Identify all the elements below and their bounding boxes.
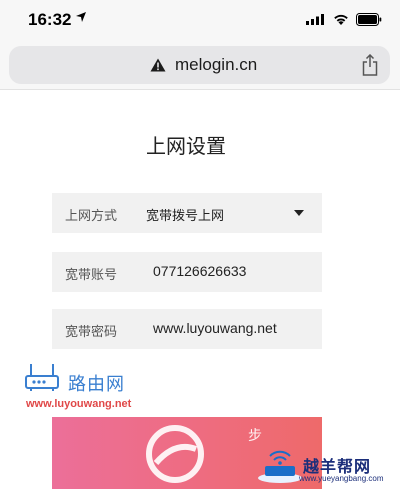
broadband-password-label: 宽带密码 — [65, 324, 118, 339]
luyouwang-brand: 路由网 — [68, 374, 125, 395]
status-bar: 16:32 — [0, 0, 400, 42]
battery-icon — [356, 13, 382, 26]
router-logo-icon — [25, 364, 59, 391]
page-title: 上网设置 — [146, 136, 226, 158]
broadband-account-field[interactable]: 宽带账号 077126626633 — [52, 252, 322, 292]
browser-toolbar: melogin.cn — [0, 42, 400, 90]
connection-type-label: 上网方式 — [65, 208, 118, 223]
connection-type-value: 宽带拨号上网 — [146, 208, 225, 223]
broadband-password-value[interactable]: www.luyouwang.net — [153, 320, 277, 336]
address-bar[interactable]: melogin.cn — [9, 46, 390, 84]
broadband-account-value[interactable]: 077126626633 — [153, 263, 246, 279]
status-time: 16:32 — [28, 10, 72, 29]
router-wifi-logo-icon — [258, 450, 302, 483]
luyouwang-site: www.luyouwang.net — [26, 398, 132, 410]
yueyangbang-watermark: 越羊帮网 www.yueyangbang.com — [253, 440, 400, 489]
location-arrow-icon — [76, 12, 86, 22]
big-logo-glyph-icon — [146, 425, 204, 483]
broadband-password-field[interactable]: 宽带密码 www.luyouwang.net — [52, 309, 322, 349]
share-icon[interactable] — [362, 54, 378, 76]
dropdown-caret-icon — [294, 210, 304, 216]
broadband-account-label: 宽带账号 — [65, 267, 118, 282]
warning-icon — [150, 58, 166, 72]
cellular-signal-icon — [306, 14, 324, 25]
address-bar-url: melogin.cn — [175, 55, 258, 74]
connection-type-select[interactable]: 上网方式 宽带拨号上网 — [52, 193, 322, 233]
wifi-icon — [334, 14, 348, 25]
luyouwang-watermark: 路由网 www.luyouwang.net — [18, 360, 148, 414]
yueyangbang-site: www.yueyangbang.com — [299, 474, 384, 483]
